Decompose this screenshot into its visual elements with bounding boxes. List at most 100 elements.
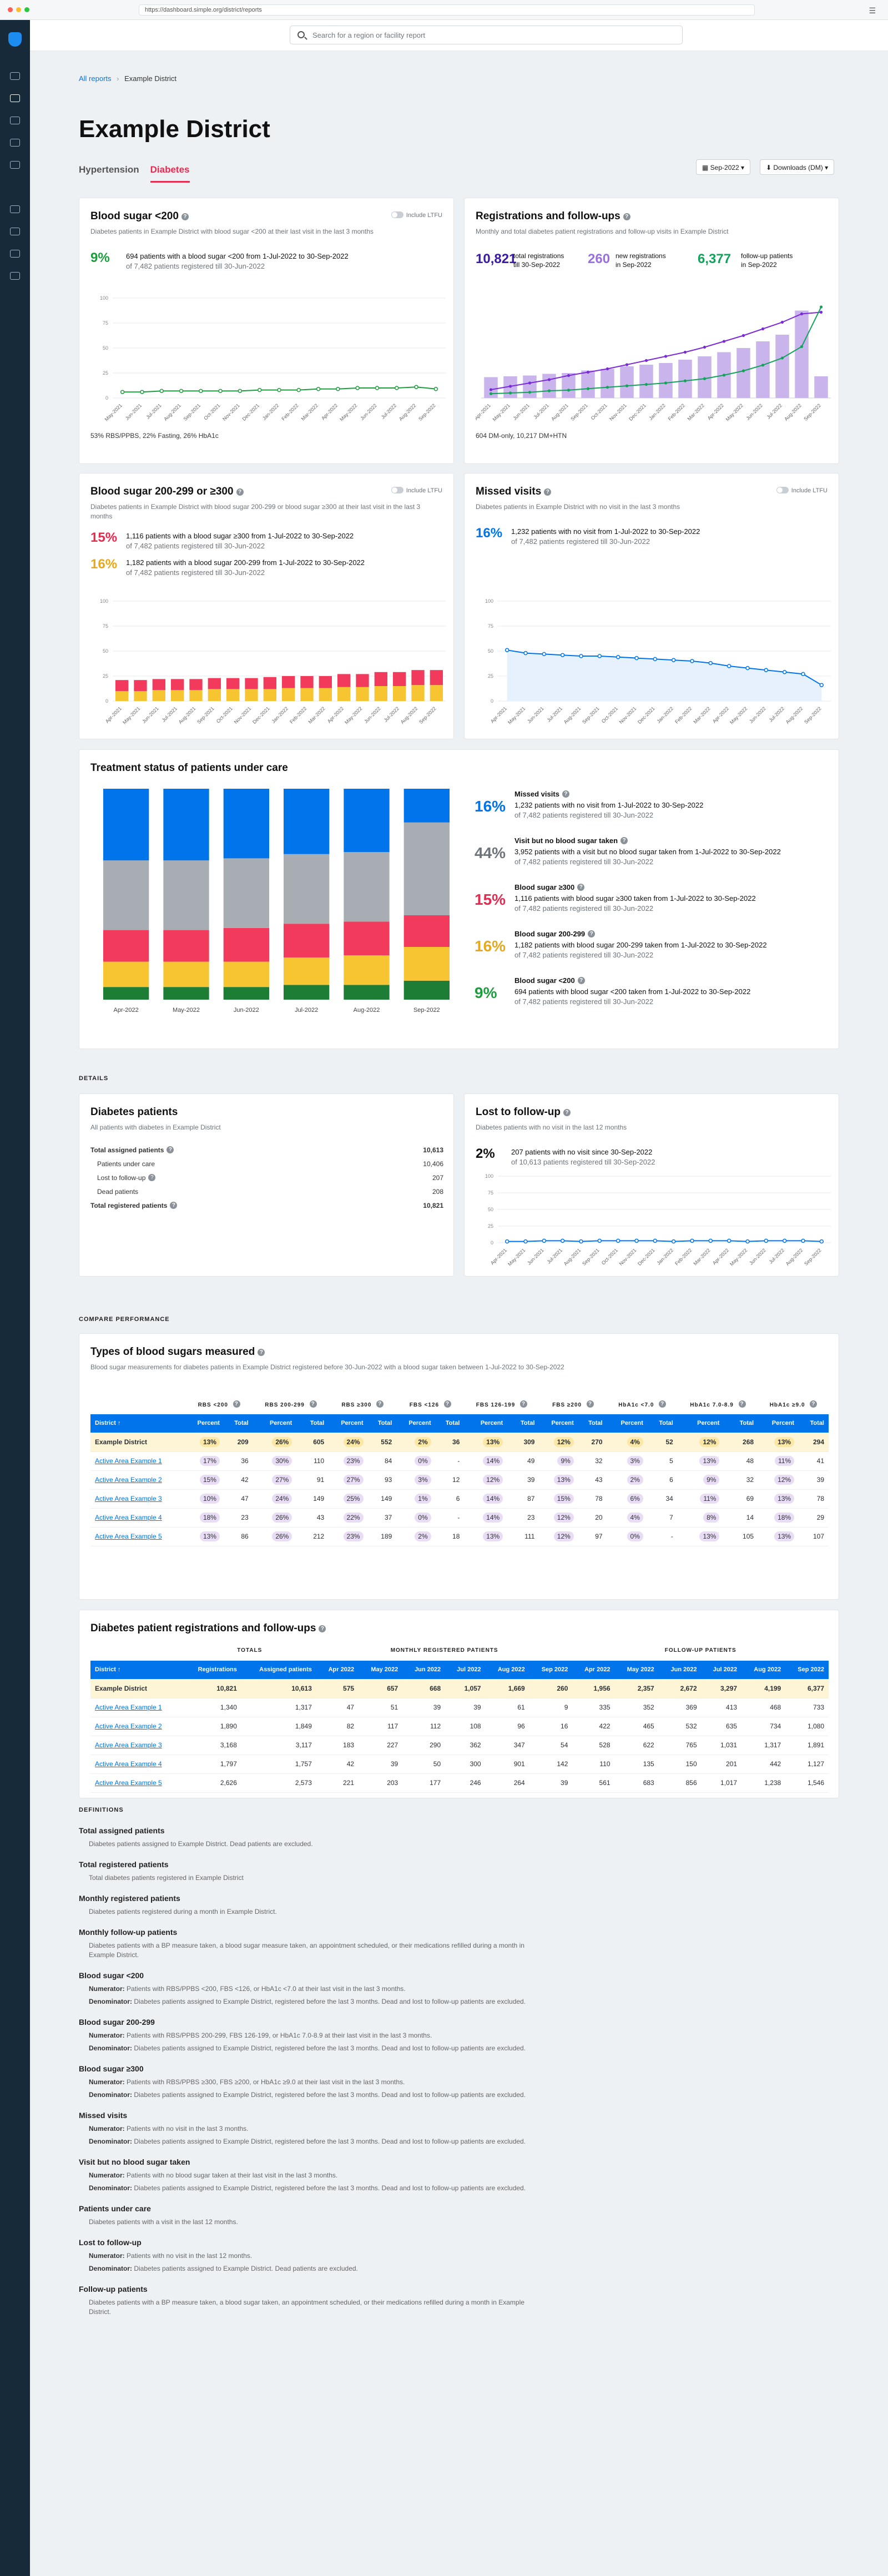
area-link: Active Area Example 3 <box>95 1741 162 1749</box>
column-header[interactable]: Aug 2022 <box>741 1660 786 1680</box>
data-point <box>238 389 243 394</box>
bar-200-299 <box>208 689 221 701</box>
info-icon[interactable]: ? <box>563 1109 571 1116</box>
column-header[interactable]: Total <box>799 1414 829 1433</box>
column-header[interactable]: Total <box>507 1414 539 1433</box>
bar-200-299 <box>263 689 276 701</box>
column-header[interactable]: Percent <box>253 1414 297 1433</box>
search-input[interactable]: Search for a region or facility report <box>290 26 683 44</box>
settings-icon[interactable] <box>10 272 20 280</box>
definition-title: Total assigned patients <box>79 1826 165 1835</box>
period-select[interactable]: ▦ Sep-2022 ▾ <box>696 159 751 175</box>
column-header[interactable]: Percent <box>607 1414 648 1433</box>
info-icon[interactable]: ? <box>148 1173 156 1181</box>
include-ltfu-toggle[interactable]: Include LTFU <box>391 211 442 219</box>
column-header[interactable]: District ↑ <box>90 1660 183 1680</box>
column-header[interactable]: May 2022 <box>614 1660 659 1680</box>
top-bar: Search for a region or facility report <box>30 20 888 51</box>
breadcrumb-all-reports[interactable]: All reports <box>79 74 112 83</box>
menu-icon[interactable]: ☰ <box>869 6 876 16</box>
simple-logo-icon[interactable] <box>8 32 22 47</box>
window-controls[interactable] <box>8 7 29 12</box>
breadcrumb-current: Example District <box>124 74 177 83</box>
column-header[interactable]: Jun 2022 <box>658 1660 702 1680</box>
definition-item: Visit but no blood sugar taken Numerator:… <box>79 2157 545 2193</box>
url-bar[interactable]: https://dashboard.simple.org/district/re… <box>139 4 755 16</box>
column-header[interactable]: Percent <box>329 1414 368 1433</box>
definition-text: Diabetes patients with a BP measure take… <box>89 2298 524 2316</box>
column-header[interactable]: Apr 2022 <box>572 1660 615 1680</box>
column-header[interactable]: Percent <box>464 1414 508 1433</box>
column-header[interactable]: Percent <box>539 1414 578 1433</box>
info-icon[interactable]: ? <box>577 977 585 984</box>
reports-icon[interactable] <box>10 94 20 102</box>
link-icon[interactable] <box>10 139 20 147</box>
column-header[interactable]: Total <box>647 1414 678 1433</box>
column-header[interactable]: Percent <box>185 1414 224 1433</box>
column-group-header: TOTALS <box>183 1641 316 1661</box>
data-point <box>523 651 528 656</box>
y-tick-label: 75 <box>103 320 108 326</box>
tab-diabetes[interactable]: Diabetes <box>150 164 190 183</box>
column-header-district[interactable]: District ↑ <box>90 1414 185 1433</box>
card-lost-to-follow-up: Lost to follow-up? Diabetes patients wit… <box>464 1093 839 1277</box>
info-icon[interactable]: ? <box>623 213 630 220</box>
card-blood-sugar-lt200: Blood sugar <200? Include LTFU Diabetes … <box>79 198 454 464</box>
info-icon[interactable]: ? <box>588 930 596 937</box>
column-header[interactable]: Percent <box>396 1414 436 1433</box>
column-header[interactable]: Total <box>578 1414 607 1433</box>
ban-icon[interactable] <box>10 161 20 169</box>
column-header[interactable]: Jul 2022 <box>445 1660 486 1680</box>
include-ltfu-toggle[interactable]: Include LTFU <box>391 487 442 494</box>
column-header[interactable]: Total <box>367 1414 397 1433</box>
bar-≥300 <box>152 679 165 690</box>
data-point <box>801 1238 805 1243</box>
column-header[interactable]: Jun 2022 <box>402 1660 446 1680</box>
info-icon[interactable]: ? <box>544 488 552 496</box>
info-icon[interactable]: ? <box>577 884 585 891</box>
data-point <box>395 386 399 390</box>
card-title: Diabetes patient registrations and follo… <box>90 1622 326 1635</box>
column-header[interactable]: Registrations <box>183 1660 241 1680</box>
table-row: Active Area Example 2 1,890 1,849 82 117 112 1… <box>90 1717 829 1736</box>
info-icon[interactable]: ? <box>181 213 189 220</box>
include-ltfu-toggle[interactable]: Include LTFU <box>776 487 828 494</box>
column-header[interactable]: Assigned patients <box>241 1660 316 1680</box>
bar-≥300 <box>189 679 203 690</box>
info-icon[interactable]: ? <box>170 1201 178 1209</box>
column-header[interactable]: Sep 2022 <box>529 1660 573 1680</box>
column-header[interactable]: Sep 2022 <box>785 1660 829 1680</box>
x-tick-label: Jan-2022 <box>261 402 280 421</box>
card-title: Blood sugar 200-299 or ≥300? <box>90 486 244 498</box>
data-point <box>199 389 203 394</box>
table-icon[interactable] <box>10 117 20 124</box>
info-icon[interactable]: ? <box>258 1349 265 1356</box>
files-icon[interactable] <box>10 228 20 235</box>
definition-text: Numerator: Patients with RBS/PPBS ≥300, … <box>89 2078 405 2086</box>
downloads-button[interactable]: ⬇ Downloads (DM) ▾ <box>760 159 835 175</box>
home-icon[interactable] <box>10 72 20 80</box>
column-header[interactable]: Jul 2022 <box>701 1660 742 1680</box>
y-tick-label: 0 <box>491 1240 493 1246</box>
line-chart: 0255075100May-2021 Jun-2021 Jul-2021 Aug-20… <box>100 295 446 422</box>
definition-text: Diabetes patients registered during a mo… <box>89 1908 277 1915</box>
info-icon[interactable]: ? <box>620 837 628 844</box>
column-header[interactable]: Total <box>724 1414 759 1433</box>
info-icon[interactable]: ? <box>562 790 569 798</box>
messages-icon[interactable] <box>10 250 20 258</box>
forward-icon[interactable] <box>10 205 20 213</box>
y-tick-label: 25 <box>103 673 108 679</box>
column-header[interactable]: May 2022 <box>359 1660 403 1680</box>
column-header[interactable]: Total <box>296 1414 329 1433</box>
tab-hypertension[interactable]: Hypertension <box>79 164 139 183</box>
column-header[interactable]: Total <box>224 1414 253 1433</box>
info-icon[interactable]: ? <box>236 488 244 496</box>
column-header[interactable]: Percent <box>677 1414 724 1433</box>
column-header[interactable]: Aug 2022 <box>485 1660 529 1680</box>
bar-200-299 <box>282 688 295 701</box>
column-header[interactable]: Percent <box>758 1414 799 1433</box>
column-header[interactable]: Apr 2022 <box>316 1660 359 1680</box>
info-icon[interactable]: ? <box>319 1625 326 1632</box>
info-icon[interactable]: ? <box>167 1146 174 1153</box>
column-header[interactable]: Total <box>435 1414 465 1433</box>
